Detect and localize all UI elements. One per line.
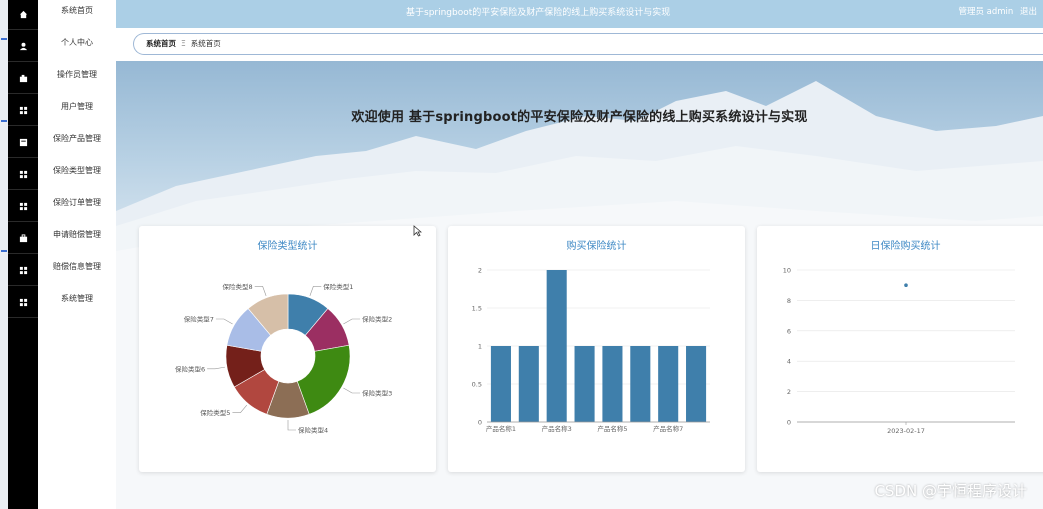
sidebar-item-label: 保险订单管理 bbox=[53, 198, 101, 207]
grid-icon bbox=[8, 288, 38, 318]
x-tick-label: 2023-02-17 bbox=[887, 427, 925, 435]
sidebar-item-label: 保险类型管理 bbox=[53, 166, 101, 175]
purchase-chart-card: 购买保险统计 0 0.5 1 1.5 2 产品名称1 产品名称3 产品名称5 产品名称7 bbox=[448, 226, 745, 472]
bar bbox=[630, 346, 651, 422]
breadcrumb-current: 系统首页 bbox=[190, 39, 221, 48]
briefcase-icon bbox=[8, 224, 38, 254]
pie-label-line bbox=[232, 404, 248, 413]
breadcrumb-bar: 系统首页 Ξ 系统首页 bbox=[116, 28, 1043, 61]
pie-label: 保险类型8 bbox=[223, 282, 253, 291]
sidebar-item-label: 个人中心 bbox=[61, 38, 93, 47]
sidebar-item-label: 用户管理 bbox=[61, 102, 93, 111]
sidebar-item[interactable]: 保险类型管理 bbox=[8, 160, 116, 190]
home-icon bbox=[8, 0, 38, 30]
app-title: 基于springboot的平安保险及财产保险的线上购买系统设计与实现 bbox=[406, 8, 671, 18]
sidebar-item[interactable]: 赔偿信息管理 bbox=[8, 256, 116, 286]
sidebar: 系统首页个人中心操作员管理用户管理保险产品管理 保险类型管理 保险订单管理 申请赔偿管… bbox=[8, 0, 116, 509]
x-tick-label: 产品名称3 bbox=[542, 424, 572, 433]
watermark: CSDN @宇恒程序设计 bbox=[874, 482, 1027, 500]
pie-label: 保险类型5 bbox=[200, 408, 230, 417]
x-tick-label: 产品名称1 bbox=[486, 424, 516, 433]
sidebar-item-label: 保险产品管理 bbox=[53, 134, 101, 143]
pie-label-line bbox=[254, 286, 267, 296]
user-icon bbox=[8, 32, 38, 62]
bar-chart: 0 0.5 1 1.5 2 产品名称1 产品名称3 产品名称5 产品名称7 bbox=[472, 267, 710, 433]
top-bar: 基于springboot的平安保险及财产保险的线上购买系统设计与实现 管理员 a… bbox=[116, 0, 1043, 28]
pie-label-line bbox=[309, 286, 322, 296]
logout-link[interactable]: 退出 bbox=[1020, 7, 1037, 17]
product-icon bbox=[8, 128, 38, 158]
pie-label: 保险类型6 bbox=[175, 364, 205, 373]
y-tick-label: 0.5 bbox=[472, 381, 482, 389]
sidebar-item-label: 申请赔偿管理 bbox=[53, 230, 101, 239]
y-tick-label: 0 bbox=[787, 419, 791, 427]
sidebar-item[interactable]: 保险产品管理 bbox=[8, 128, 116, 158]
pie-label: 保险类型2 bbox=[362, 315, 392, 324]
y-tick-label: 2 bbox=[787, 388, 791, 396]
pie-label: 保险类型4 bbox=[298, 426, 328, 435]
bar bbox=[658, 346, 679, 422]
breadcrumb-separator: Ξ bbox=[181, 39, 186, 48]
pie-label-line bbox=[287, 420, 296, 431]
bar bbox=[602, 346, 623, 422]
x-tick-label: 产品名称5 bbox=[597, 424, 627, 433]
y-tick-label: 2 bbox=[478, 267, 482, 275]
y-tick-label: 0 bbox=[478, 419, 482, 427]
sidebar-item[interactable]: 系统首页 bbox=[8, 0, 116, 30]
pie-label-line bbox=[343, 387, 361, 394]
sidebar-item-label: 赔偿信息管理 bbox=[53, 262, 101, 271]
user-area: 管理员 admin 退出 bbox=[954, 5, 1037, 17]
y-tick-label: 4 bbox=[787, 358, 791, 366]
bar bbox=[518, 346, 539, 422]
y-tick-label: 1 bbox=[478, 343, 482, 351]
bar bbox=[490, 346, 511, 422]
grid-icon bbox=[8, 96, 38, 126]
sidebar-item[interactable]: 操作员管理 bbox=[8, 64, 116, 94]
sidebar-item[interactable]: 申请赔偿管理 bbox=[8, 224, 116, 254]
sidebar-item[interactable]: 用户管理 bbox=[8, 96, 116, 126]
breadcrumb-home[interactable]: 系统首页 bbox=[146, 39, 176, 48]
welcome-heading: 欢迎使用 基于springboot的平安保险及财产保险的线上购买系统设计与实现 bbox=[351, 110, 808, 125]
sidebar-item-label: 系统首页 bbox=[61, 6, 93, 15]
breadcrumb: 系统首页 Ξ 系统首页 bbox=[133, 33, 1043, 55]
sidebar-item[interactable]: 保险订单管理 bbox=[8, 192, 116, 222]
bar bbox=[546, 270, 567, 422]
y-tick-label: 10 bbox=[783, 267, 791, 275]
y-tick-label: 1.5 bbox=[472, 305, 482, 313]
sidebar-item-label: 操作员管理 bbox=[57, 70, 97, 79]
admin-label[interactable]: 管理员 admin bbox=[958, 7, 1013, 17]
window-edge bbox=[0, 0, 8, 509]
pie-label-line bbox=[215, 318, 233, 325]
pie-chart: 保险类型1 保险类型2 保险类型3 保险类型4 保险类型5 保险类型6 保险类型7 保险类型8 bbox=[175, 282, 392, 435]
y-tick-label: 6 bbox=[787, 327, 791, 335]
pie-label: 保险类型1 bbox=[323, 282, 353, 291]
grid-icon bbox=[8, 256, 38, 286]
pie-label-line bbox=[343, 318, 361, 325]
data-point bbox=[904, 283, 908, 287]
daily-purchase-chart-card: 日保险购买统计 0 2 4 6 8 10 2023-02-17 bbox=[757, 226, 1043, 472]
pie-label-line bbox=[207, 366, 226, 370]
pie-label: 保险类型3 bbox=[362, 389, 392, 398]
daily-chart: 0 2 4 6 8 10 2023-02-17 bbox=[783, 267, 1015, 435]
sidebar-item[interactable]: 系统管理 bbox=[8, 288, 116, 318]
sidebar-item-label: 系统管理 bbox=[61, 294, 93, 303]
y-tick-label: 8 bbox=[787, 297, 791, 305]
bar bbox=[686, 346, 707, 422]
insurance-type-chart-card: 保险类型统计 保险类型1 保险类型2 保险类型3 保险类型4 保险类型5 保险类型6 保险类… bbox=[139, 226, 436, 472]
grid-icon bbox=[8, 192, 38, 222]
bar bbox=[574, 346, 595, 422]
sidebar-item[interactable]: 个人中心 bbox=[8, 32, 116, 62]
main-content: 欢迎使用 基于springboot的平安保险及财产保险的线上购买系统设计与实现 … bbox=[116, 61, 1043, 509]
mouse-cursor-icon bbox=[413, 225, 422, 237]
pie-label: 保险类型7 bbox=[184, 315, 214, 324]
x-tick-label: 产品名称7 bbox=[653, 424, 683, 433]
operator-icon bbox=[8, 64, 38, 94]
grid-icon bbox=[8, 160, 38, 190]
